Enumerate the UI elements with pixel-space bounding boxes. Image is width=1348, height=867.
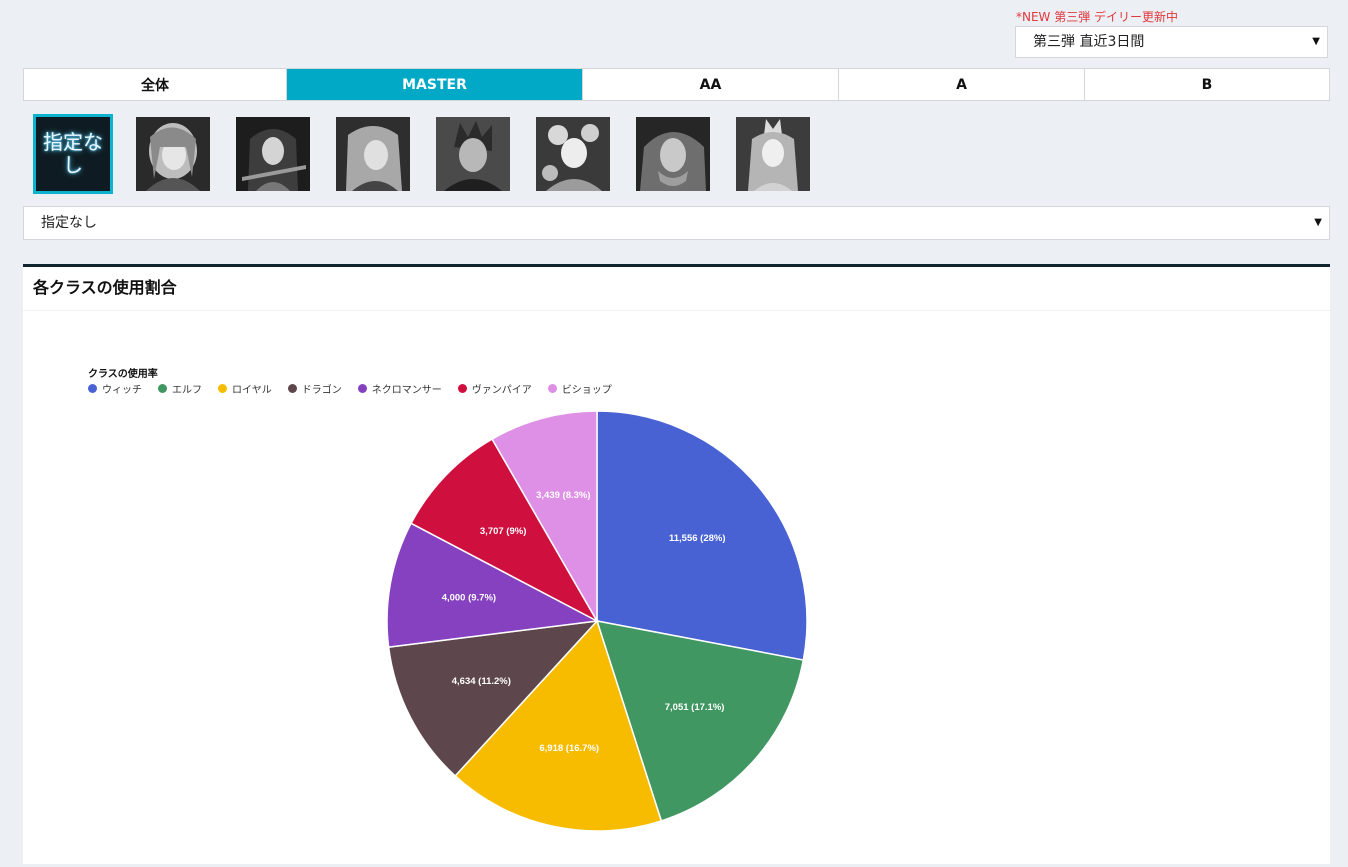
pie-data-label: 6,918 (16.7%) xyxy=(539,743,599,754)
class-usage-card: 各クラスの使用割合 クラスの使用率 ウィッチ エルフ ロイヤル ドラゴン ネクロマンサー… xyxy=(23,264,1330,864)
leader-select[interactable]: 指定なし ▼ xyxy=(23,206,1330,240)
tab-master[interactable]: MASTER xyxy=(287,69,583,100)
rank-tabs: 全体 MASTER AA A B xyxy=(23,68,1330,101)
leader-portrait-5[interactable] xyxy=(536,117,610,191)
leader-portrait-7[interactable] xyxy=(736,117,810,191)
tab-aa[interactable]: AA xyxy=(583,69,839,100)
leader-none-label: 指定なし xyxy=(43,130,103,177)
tab-label: B xyxy=(1201,76,1213,93)
chevron-down-icon: ▼ xyxy=(1312,36,1320,47)
pie-data-label: 4,634 (11.2%) xyxy=(452,676,511,687)
update-notice: *NEW 第三弾 デイリー更新中 xyxy=(1016,10,1179,24)
leader-portrait-1[interactable] xyxy=(136,117,210,191)
tab-a[interactable]: A xyxy=(839,69,1085,100)
tab-b[interactable]: B xyxy=(1085,69,1329,100)
tab-label: AA xyxy=(699,76,722,93)
tab-all[interactable]: 全体 xyxy=(24,69,287,100)
pie-chart: 11,556 (28%) 7,051 (17.1%) 6,918 (16.7%) 4,… xyxy=(386,410,808,832)
leader-portrait-3[interactable] xyxy=(336,117,410,191)
pie-data-label: 3,439 (8.3%) xyxy=(536,490,590,501)
pie-data-label: 3,707 (9%) xyxy=(480,526,526,537)
leader-portrait-4[interactable] xyxy=(436,117,510,191)
tab-label: MASTER xyxy=(402,76,467,93)
pie-data-label: 11,556 (28%) xyxy=(669,533,726,544)
period-select-value: 第三弾 直近3日間 xyxy=(1033,34,1145,50)
leader-portrait-2[interactable] xyxy=(236,117,310,191)
tab-label: 全体 xyxy=(141,77,169,94)
leader-portrait-6[interactable] xyxy=(636,117,710,191)
chevron-down-icon: ▼ xyxy=(1314,217,1322,228)
period-select[interactable]: 第三弾 直近3日間 ▼ xyxy=(1015,26,1328,58)
tab-label: A xyxy=(956,76,967,93)
pie-data-label: 7,051 (17.1%) xyxy=(665,702,725,713)
pie-data-label: 4,000 (9.7%) xyxy=(442,593,496,604)
leader-none-button[interactable]: 指定なし xyxy=(33,114,113,194)
leader-select-value: 指定なし xyxy=(41,215,97,231)
